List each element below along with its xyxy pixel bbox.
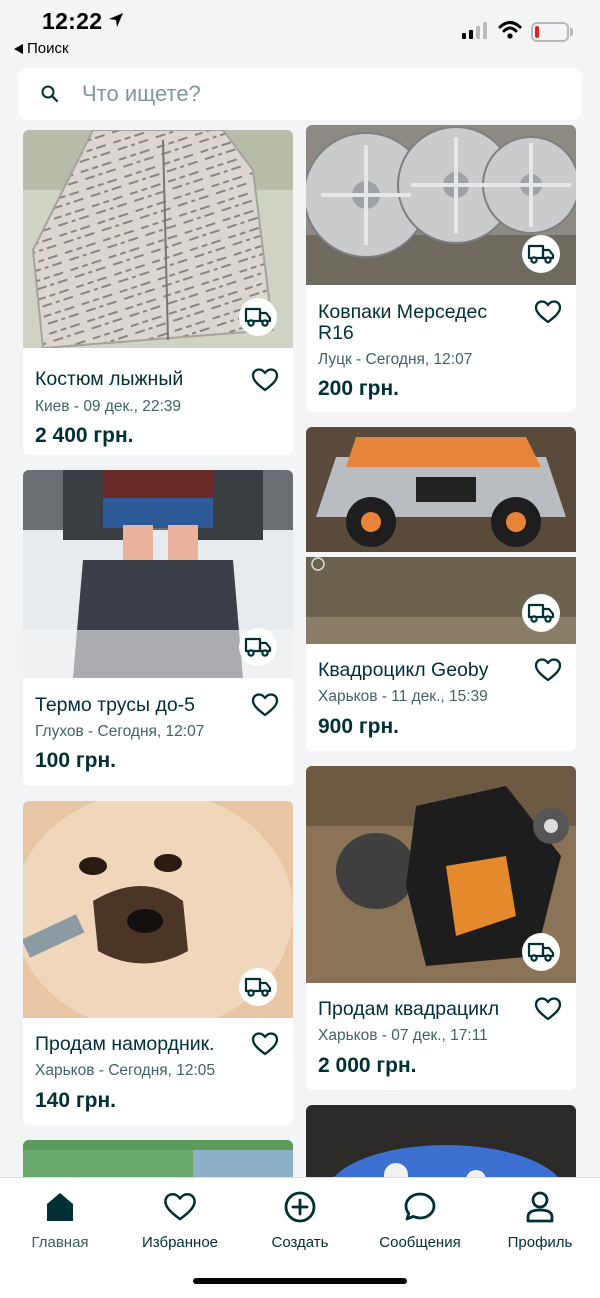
- listing-location: Глухов - Сегодня, 12:07: [35, 723, 205, 740]
- back-arrow-icon: [14, 43, 23, 54]
- listing-price: 2 400 грн.: [35, 424, 134, 447]
- delivery-truck-icon: [244, 976, 272, 998]
- listing-title[interactable]: Костюм лыжный: [35, 369, 245, 390]
- heart-icon: [164, 1192, 196, 1221]
- battery-tip: [570, 28, 573, 36]
- delivery-truck-icon: [244, 306, 272, 328]
- listing-location: Харьков - Сегодня, 12:05: [35, 1062, 216, 1079]
- chat-bubble-icon: [404, 1192, 436, 1221]
- delivery-badge: [522, 235, 560, 273]
- listing-price: 140 грн.: [35, 1089, 116, 1112]
- battery-icon: [531, 22, 569, 42]
- tab-label: Сообщения: [379, 1234, 461, 1251]
- user-icon: [526, 1191, 554, 1223]
- home-indicator[interactable]: [193, 1278, 407, 1284]
- listing-price: 100 грн.: [35, 749, 116, 772]
- listing-photo[interactable]: [23, 1140, 293, 1177]
- delivery-badge: [239, 968, 277, 1006]
- listing-card[interactable]: Продам намордник. Харьков - Сегодня, 12:…: [23, 801, 293, 1125]
- listing-card[interactable]: [23, 1140, 293, 1177]
- search-input[interactable]: [82, 68, 562, 120]
- listing-price: 900 грн.: [318, 715, 399, 738]
- listing-card[interactable]: Квадроцикл Geoby Харьков - 11 дек., 15:3…: [306, 427, 576, 751]
- tab-label: Избранное: [141, 1234, 219, 1251]
- tab-messages[interactable]: Сообщения: [360, 1190, 480, 1251]
- listing-feed[interactable]: Костюм лыжный Киев - 09 дек., 22:39 2 40…: [0, 125, 600, 1177]
- listing-location: Харьков - 11 дек., 15:39: [318, 688, 488, 705]
- listing-card[interactable]: Продам квадрацикл Харьков - 07 дек., 17:…: [306, 766, 576, 1090]
- listing-location: Харьков - 07 дек., 17:11: [318, 1027, 488, 1044]
- clock: 12:22: [42, 8, 103, 34]
- back-link-label: Поиск: [27, 40, 69, 57]
- delivery-badge: [239, 628, 277, 666]
- plus-circle-icon: [284, 1191, 316, 1223]
- delivery-truck-icon: [244, 636, 272, 658]
- tab-favorites[interactable]: Избранное: [120, 1190, 240, 1251]
- delivery-truck-icon: [527, 243, 555, 265]
- listing-location: Луцк - Сегодня, 12:07: [318, 351, 473, 368]
- listing-card[interactable]: Костюм лыжный Киев - 09 дек., 22:39 2 40…: [23, 130, 293, 455]
- delivery-badge: [239, 298, 277, 336]
- search-bar[interactable]: [18, 68, 582, 120]
- tab-label: Профиль: [507, 1234, 573, 1251]
- listing-price: 2 000 грн.: [318, 1054, 417, 1077]
- listing-title[interactable]: Термо трусы до-5: [35, 695, 245, 716]
- delivery-truck-icon: [527, 602, 555, 624]
- tab-profile[interactable]: Профиль: [480, 1190, 600, 1251]
- listing-title[interactable]: Квадроцикл Geoby: [318, 660, 528, 681]
- search-icon: [41, 85, 59, 103]
- favorite-heart-icon[interactable]: [534, 299, 562, 325]
- favorite-heart-icon[interactable]: [534, 657, 562, 683]
- favorite-heart-icon[interactable]: [251, 692, 279, 718]
- delivery-badge: [522, 933, 560, 971]
- listing-location: Киев - 09 дек., 22:39: [35, 398, 182, 415]
- delivery-badge: [522, 594, 560, 632]
- listing-card[interactable]: [306, 1105, 576, 1177]
- favorite-heart-icon[interactable]: [251, 367, 279, 393]
- status-bar: 12:22 Поиск: [0, 0, 600, 64]
- listing-card[interactable]: Термо трусы до-5 Глухов - Сегодня, 12:07…: [23, 470, 293, 786]
- tab-label: Создать: [271, 1234, 329, 1251]
- favorite-heart-icon[interactable]: [534, 996, 562, 1022]
- back-to-search-link[interactable]: Поиск: [14, 40, 69, 57]
- tab-create[interactable]: Создать: [240, 1190, 360, 1251]
- cellular-signal-icon: [462, 22, 487, 39]
- listing-photo[interactable]: [306, 1105, 576, 1177]
- favorite-heart-icon[interactable]: [251, 1031, 279, 1057]
- listing-title[interactable]: Продам квадрацикл: [318, 999, 528, 1020]
- wifi-icon: [498, 21, 522, 39]
- tab-home[interactable]: Главная: [0, 1190, 120, 1251]
- delivery-truck-icon: [527, 941, 555, 963]
- tab-label: Главная: [31, 1234, 89, 1251]
- listing-title[interactable]: Ковпаки Мерседес R16: [318, 302, 528, 344]
- listing-price: 200 грн.: [318, 377, 399, 400]
- listing-card[interactable]: Ковпаки Мерседес R16 Луцк - Сегодня, 12:…: [306, 125, 576, 412]
- location-arrow-icon: [109, 13, 123, 27]
- listing-title[interactable]: Продам намордник.: [35, 1034, 245, 1055]
- home-icon: [47, 1193, 73, 1221]
